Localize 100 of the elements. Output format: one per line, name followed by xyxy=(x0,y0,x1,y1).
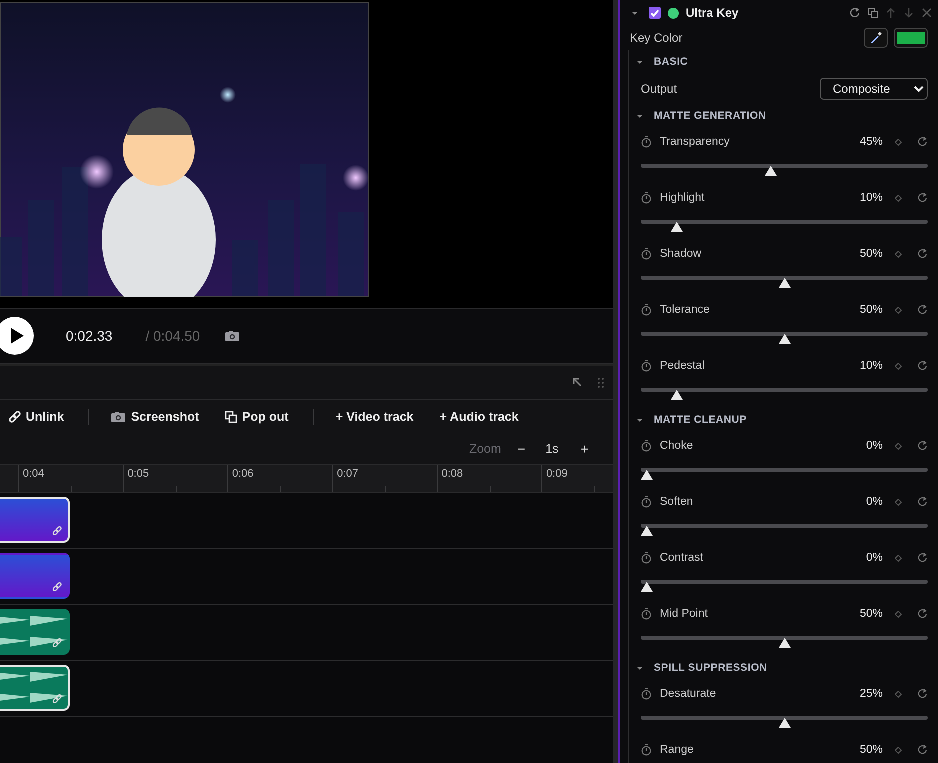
audio-clip[interactable] xyxy=(0,609,70,655)
unlink-button[interactable]: Unlink xyxy=(6,407,66,427)
section-heading: SPILL SUPPRESSION xyxy=(654,662,768,674)
slider-thumb[interactable] xyxy=(641,582,653,592)
parameter-label: Desaturate xyxy=(660,688,718,700)
caret-icon xyxy=(637,666,643,670)
collapse-arrow-icon[interactable] xyxy=(572,377,583,388)
zoom-out-button[interactable]: − xyxy=(511,441,532,457)
slider-thumb[interactable] xyxy=(778,278,790,288)
keyframe-diamond-icon[interactable] xyxy=(895,138,902,146)
slider-thumb[interactable] xyxy=(778,334,790,344)
stopwatch-icon[interactable] xyxy=(641,608,652,620)
add-track-button[interactable]: + Video track xyxy=(334,407,416,427)
stopwatch-icon[interactable] xyxy=(641,304,652,316)
play-icon xyxy=(10,328,24,344)
link-icon xyxy=(52,582,62,592)
eyedropper-icon xyxy=(870,32,882,44)
stopwatch-icon[interactable] xyxy=(641,248,652,260)
video-clip[interactable] xyxy=(0,497,70,543)
parameter-value: 45% xyxy=(860,136,883,148)
parameter-value: 0% xyxy=(866,496,883,508)
caret-icon xyxy=(632,12,638,14)
reset-icon[interactable] xyxy=(918,137,928,147)
slider-thumb[interactable] xyxy=(641,526,653,536)
close-icon[interactable] xyxy=(922,8,932,18)
parameter-value: 50% xyxy=(860,744,883,756)
camera-icon xyxy=(111,411,126,423)
stopwatch-icon[interactable] xyxy=(641,192,652,204)
parameter-label: Contrast xyxy=(660,552,704,564)
reset-icon[interactable] xyxy=(918,305,928,315)
ruler-label: 0:04 xyxy=(22,467,46,480)
zoom-value: 1s xyxy=(546,442,559,456)
drag-handle-icon xyxy=(597,376,605,388)
link-icon xyxy=(8,411,21,423)
ruler-label: 0:06 xyxy=(231,467,255,480)
play-button[interactable] xyxy=(0,317,34,355)
stopwatch-icon[interactable] xyxy=(641,360,652,372)
keyframe-diamond-icon[interactable] xyxy=(895,610,902,618)
stopwatch-icon[interactable] xyxy=(641,552,652,564)
output-label: Output xyxy=(641,82,678,96)
keyframe-diamond-icon[interactable] xyxy=(895,498,902,506)
keyframe-diamond-icon[interactable] xyxy=(895,690,902,698)
reset-icon[interactable] xyxy=(918,497,928,507)
parameter-label: Transparency xyxy=(660,136,731,148)
keyframe-diamond-icon[interactable] xyxy=(895,442,902,450)
parameter-value: 50% xyxy=(860,304,883,316)
slider-thumb[interactable] xyxy=(671,222,684,232)
parameter-label: Mid Point xyxy=(660,608,709,620)
keyframe-diamond-icon[interactable] xyxy=(895,250,902,258)
keyframe-diamond-icon[interactable] xyxy=(895,554,902,562)
reset-icon[interactable] xyxy=(850,8,860,18)
keyframe-diamond-icon[interactable] xyxy=(895,362,902,370)
zoom-in-button[interactable]: + xyxy=(574,441,595,457)
pop-out-icon xyxy=(225,411,238,423)
parameter-value: 25% xyxy=(860,688,883,700)
parameter-value: 50% xyxy=(860,608,883,620)
section-heading: MATTE CLEANUP xyxy=(654,414,747,426)
add-track-button[interactable]: + Audio track xyxy=(438,407,521,427)
key-color-swatch[interactable] xyxy=(894,28,928,48)
enable-checkbox[interactable] xyxy=(649,7,661,19)
ruler-label: 0:05 xyxy=(126,467,150,480)
stopwatch-icon[interactable] xyxy=(641,440,652,452)
reset-icon[interactable] xyxy=(918,553,928,563)
eyedropper-button[interactable] xyxy=(864,28,888,48)
reset-icon[interactable] xyxy=(918,193,928,203)
effect-title: Ultra Key xyxy=(686,6,740,20)
slider-thumb[interactable] xyxy=(671,390,684,400)
camera-icon[interactable] xyxy=(225,330,240,342)
reset-icon[interactable] xyxy=(918,249,928,259)
stopwatch-icon[interactable] xyxy=(641,136,652,148)
section-heading: MATTE GENERATION xyxy=(654,110,766,122)
reset-icon[interactable] xyxy=(918,441,928,451)
reset-icon[interactable] xyxy=(918,745,928,755)
slider-thumb[interactable] xyxy=(778,638,790,648)
effect-status-dot xyxy=(668,8,679,18)
video-clip[interactable] xyxy=(0,553,70,599)
pop-out-button[interactable]: Pop out xyxy=(223,407,291,427)
caret-icon xyxy=(637,114,643,118)
slider-thumb[interactable] xyxy=(641,470,653,480)
ruler-label: 0:08 xyxy=(440,467,464,480)
stopwatch-icon[interactable] xyxy=(641,744,652,756)
slider-thumb[interactable] xyxy=(778,718,790,728)
duplicate-icon[interactable] xyxy=(868,8,878,18)
stopwatch-icon[interactable] xyxy=(641,688,652,700)
reset-icon[interactable] xyxy=(918,361,928,371)
slider-thumb[interactable] xyxy=(764,166,777,176)
keyframe-diamond-icon[interactable] xyxy=(895,194,902,202)
audio-clip[interactable] xyxy=(0,665,70,711)
reset-icon[interactable] xyxy=(918,689,928,699)
reset-icon[interactable] xyxy=(918,609,928,619)
stopwatch-icon[interactable] xyxy=(641,496,652,508)
keyframe-diamond-icon[interactable] xyxy=(895,746,902,754)
parameter-label: Highlight xyxy=(660,192,706,204)
output-dropdown[interactable]: Composite xyxy=(820,78,928,100)
current-time: 0:02.33 xyxy=(66,328,113,344)
caret-icon xyxy=(637,60,643,64)
parameter-label: Tolerance xyxy=(660,304,711,316)
screenshot-button[interactable]: Screenshot xyxy=(109,407,202,427)
caret-icon xyxy=(637,418,643,422)
keyframe-diamond-icon[interactable] xyxy=(895,306,902,314)
